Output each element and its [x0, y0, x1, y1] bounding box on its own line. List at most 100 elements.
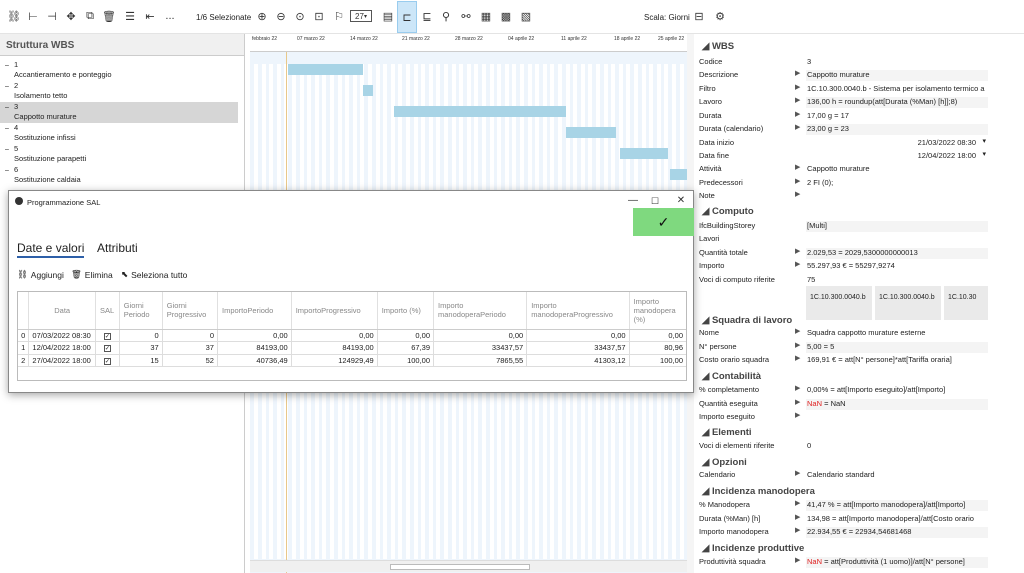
delete-button[interactable]: 🗑 Elimina — [71, 269, 113, 280]
prop-value[interactable]: 23,00 g = 23 — [806, 124, 988, 135]
table-row[interactable]: 1 12/04/2022 18:00 ✓ 37 37 84193,00 8419… — [18, 341, 686, 355]
zoom-out-icon[interactable]: ⊖ — [273, 8, 289, 24]
cell-importo-perc[interactable]: 0,00 — [377, 329, 435, 342]
prop-ifc[interactable]: IfcBuildingStorey [Multi] — [698, 219, 988, 232]
section-squadra[interactable]: ◢ Squadra di lavoro — [702, 315, 792, 326]
cell-manodopera-periodo[interactable]: 0,00 — [433, 329, 528, 342]
voce-chip[interactable]: 1C.10.30 — [944, 286, 988, 320]
prop-value[interactable]: Cappotto murature — [806, 164, 988, 175]
cell-importo-periodo[interactable]: 0,00 — [217, 329, 292, 342]
col-header[interactable]: Data — [28, 292, 96, 330]
collapse-icon[interactable]: – — [5, 145, 9, 155]
report-icon[interactable]: ▦ — [478, 8, 494, 24]
prop-perc-manodopera[interactable]: % Manodopera ▶ 41,47 % = att[Importo manod… — [698, 498, 988, 511]
resources-icon[interactable]: ⚯ — [458, 8, 474, 24]
prop-value[interactable]: 2.029,53 = 2029,5300000000013 — [806, 248, 988, 259]
section-elementi[interactable]: ◢ Elementi — [702, 427, 752, 438]
maximize-icon[interactable]: ☐ — [649, 195, 661, 207]
prop-durata-calendario[interactable]: Durata (calendario) ▶ 23,00 g = 23 — [698, 122, 988, 135]
cell-manodopera-progressivo[interactable]: 33437,57 — [526, 341, 630, 355]
col-header[interactable]: ImportoProgressivo — [291, 292, 378, 330]
col-header[interactable]: ImportoPeriodo — [217, 292, 292, 330]
prop-costo-orario[interactable]: Costo orario squadra ▶ 169,91 € = att[N° p… — [698, 353, 988, 366]
section-contabilita[interactable]: ◢ Contabilità — [702, 371, 761, 382]
prop-value[interactable]: 22.934,55 € = 22934,54681468 — [806, 527, 988, 538]
date-picker-end[interactable]: 12/04/2022 18:00 — [806, 151, 988, 162]
prop-value[interactable] — [806, 234, 988, 245]
gantt-horizontal-scrollbar[interactable] — [250, 560, 687, 572]
prop-persone[interactable]: N° persone ▶ 5,00 = 5 — [698, 340, 988, 353]
prop-value[interactable]: 0 — [806, 441, 988, 452]
tab-attributi[interactable]: Attributi — [97, 241, 138, 255]
cell-importo-periodo[interactable]: 84193,00 — [217, 341, 292, 355]
gantt-view-icon[interactable]: ▤ — [380, 8, 396, 24]
cell-giorni-progressivo[interactable]: 0 — [162, 329, 218, 342]
prop-value[interactable]: 17,00 g = 17 — [806, 111, 988, 122]
cell-sal[interactable]: ✓ — [95, 329, 120, 342]
cell-manodopera-perc[interactable]: 0,00 — [629, 329, 686, 342]
cell-importo-perc[interactable]: 67,39 — [377, 341, 435, 355]
minimize-icon[interactable]: — — [627, 195, 639, 207]
checkbox-checked[interactable]: ✓ — [103, 345, 111, 353]
prop-value[interactable]: 41,47 % = att[Importo manodopera]/att[Im… — [806, 500, 988, 511]
expand-arrow-icon[interactable]: ▶ — [795, 327, 800, 335]
calendar-dropdown[interactable]: 27 ▾ — [350, 10, 372, 22]
critical-path-icon[interactable]: ⊏ — [397, 1, 417, 33]
col-header[interactable]: Importo manodoperaPeriodo — [433, 292, 528, 330]
expand-arrow-icon[interactable]: ▶ — [795, 499, 800, 507]
prop-voci-computo[interactable]: Voci di computo riferite 75 1C.10.300.004… — [698, 273, 988, 320]
prop-value[interactable]: 169,91 € = att[N° persone]*att[Tariffa o… — [806, 355, 988, 366]
col-header[interactable]: SAL — [95, 292, 120, 330]
voce-chip[interactable]: 1C.10.300.0040.b — [875, 286, 941, 320]
prop-codice[interactable]: Codice 3 — [698, 55, 988, 68]
collapse-icon[interactable]: – — [5, 124, 9, 134]
prop-durata[interactable]: Durata ▶ 17,00 g = 17 — [698, 109, 988, 122]
indent-icon[interactable]: ☰ — [122, 8, 138, 24]
section-incidenza-manodopera[interactable]: ◢ Incidenza manodopera — [702, 486, 815, 497]
expand-arrow-icon[interactable]: ▶ — [795, 341, 800, 349]
cell-manodopera-progressivo[interactable]: 41303,12 — [526, 354, 630, 367]
tab-date-valori[interactable]: Date e valori — [17, 241, 85, 258]
scale-menu-icon[interactable]: ⊟ — [691, 8, 707, 24]
cell-manodopera-progressivo[interactable]: 0,00 — [526, 329, 630, 342]
cell-giorni-progressivo[interactable]: 52 — [162, 354, 218, 367]
wbs-item-2[interactable]: –2 Isolamento tetto — [0, 81, 238, 102]
delete-icon[interactable]: 🗑 — [101, 8, 117, 24]
expand-arrow-icon[interactable]: ▶ — [795, 190, 800, 198]
add-child-icon[interactable]: ⊢ — [25, 8, 41, 24]
expand-arrow-icon[interactable]: ▶ — [795, 411, 800, 419]
cell-importo-perc[interactable]: 100,00 — [377, 354, 435, 367]
zoom-selection-icon[interactable]: ⊡ — [311, 8, 327, 24]
prop-filtro[interactable]: Filtro ▶ 1C.10.300.0040.b - Sistema per is… — [698, 82, 988, 95]
section-computo[interactable]: ◢ Computo — [702, 206, 754, 217]
cell-data[interactable]: 27/04/2022 18:00 — [28, 354, 96, 367]
prop-descrizione[interactable]: Descrizione ▶ Cappotto murature — [698, 68, 988, 81]
cell-manodopera-periodo[interactable]: 33437,57 — [433, 341, 528, 355]
prop-value[interactable]: Calendario standard — [806, 470, 988, 481]
expand-arrow-icon[interactable]: ▶ — [795, 69, 800, 77]
cell-manodopera-periodo[interactable]: 7865,55 — [433, 354, 528, 367]
prop-predecessori[interactable]: Predecessori ▶ 2 FI (0); — [698, 176, 988, 189]
prop-value[interactable]: NaN = NaN — [806, 399, 988, 410]
cell-giorni-periodo[interactable]: 37 — [119, 341, 163, 355]
prop-value[interactable]: 2 FI (0); — [806, 178, 988, 189]
scroll-thumb[interactable] — [390, 564, 530, 570]
prop-value[interactable]: NaN = att[Produttività (1 uomo)]/att[N° … — [806, 557, 988, 568]
expand-arrow-icon[interactable]: ▶ — [795, 354, 800, 362]
gantt-bar-6[interactable] — [670, 169, 687, 180]
prop-importo-eseguito[interactable]: Importo eseguito ▶ — [698, 410, 988, 423]
more-button[interactable]: ... — [162, 8, 178, 24]
baseline-icon[interactable]: ⊑ — [419, 8, 435, 24]
prop-value[interactable]: 134,98 = att[Importo manodopera]/att[Cos… — [806, 514, 988, 525]
select-all-button[interactable]: ⬉ Seleziona tutto — [121, 269, 187, 280]
prop-value[interactable]: 136,00 h = roundup(att[Durata (%Man) [h]… — [806, 97, 988, 108]
expand-arrow-icon[interactable]: ▶ — [795, 247, 800, 255]
wbs-item-3[interactable]: –3 Cappotto murature — [0, 102, 238, 123]
checkbox-checked[interactable]: ✓ — [103, 332, 111, 340]
close-icon[interactable]: ✕ — [675, 195, 687, 207]
gantt-bar-2[interactable] — [363, 85, 373, 96]
settings-grid-icon[interactable]: ▧ — [518, 8, 534, 24]
expand-arrow-icon[interactable]: ▶ — [795, 260, 800, 268]
prop-value[interactable] — [806, 412, 988, 423]
prop-value[interactable]: 5,00 = 5 — [806, 342, 988, 353]
